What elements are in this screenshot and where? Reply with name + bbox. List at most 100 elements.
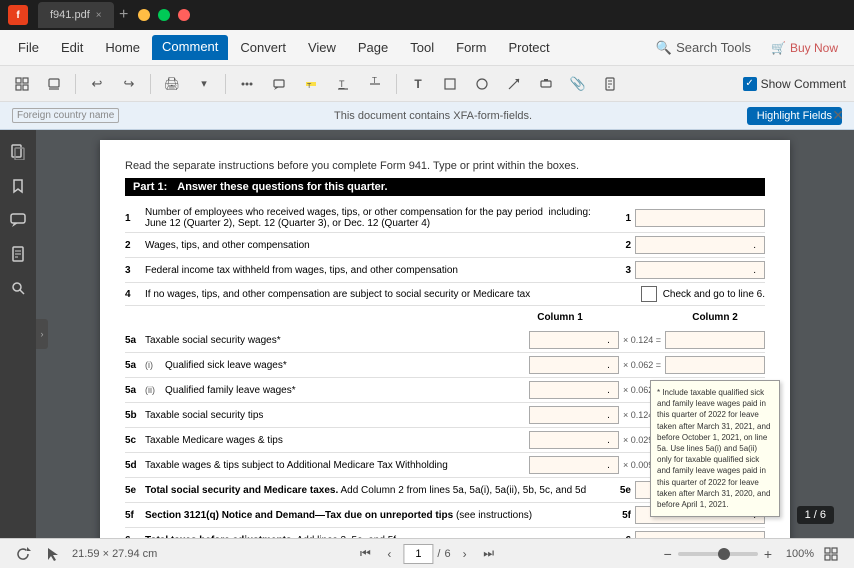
new-tab-button[interactable]: + — [114, 5, 134, 25]
row-6-input[interactable]: . — [635, 531, 765, 538]
search-tools-button[interactable]: 🔍 Search Tools — [646, 36, 761, 60]
arrow-tool[interactable] — [500, 70, 528, 98]
zoom-thumb[interactable] — [718, 548, 730, 560]
menu-tool[interactable]: Tool — [400, 36, 444, 59]
tooltip-panel: * Include taxable qualified sick and fam… — [650, 380, 780, 517]
row-5e-num-right: 5e — [615, 485, 635, 496]
menu-view[interactable]: View — [298, 36, 346, 59]
attach-tool[interactable]: 📎 — [564, 70, 592, 98]
menu-convert[interactable]: Convert — [230, 36, 296, 59]
sidebar-search-icon[interactable] — [4, 274, 32, 302]
show-comment-checkbox[interactable]: ✓ — [743, 77, 757, 91]
row-5a-col2-input[interactable] — [665, 331, 765, 349]
menu-bar: File Edit Home Comment Convert View Page… — [0, 30, 854, 66]
highlight-fields-button[interactable]: Highlight Fields — [747, 107, 842, 125]
markup-tool[interactable] — [596, 70, 624, 98]
toolbar-icon-2[interactable] — [40, 70, 68, 98]
sidebar-comments-icon[interactable] — [4, 206, 32, 234]
toolbar: ↩ ↪ 🖨 ▾ T T T T 📎 ✓ Show Comment — [0, 66, 854, 102]
form-row-5a: 5a Taxable social security wages* . × 0.… — [125, 328, 765, 353]
svg-text:T: T — [372, 77, 377, 85]
page-number-input[interactable] — [403, 544, 433, 564]
row-5ai-col2-input[interactable] — [665, 356, 765, 374]
minimize-button[interactable] — [138, 9, 150, 21]
row-4-check-label: Check and go to line 6. — [663, 289, 765, 300]
status-right: − + 100% — [664, 543, 842, 565]
toolbar-icon-3[interactable]: ▾ — [190, 70, 218, 98]
row-5ai-multiplier: × 0.062 = — [619, 360, 665, 370]
row-5ai-col1-input[interactable]: . — [529, 356, 619, 374]
menu-comment[interactable]: Comment — [152, 35, 228, 60]
row-5aii-col1-input[interactable]: . — [529, 381, 619, 399]
part-label: Part 1: — [133, 181, 167, 193]
comment-tool-2[interactable] — [265, 70, 293, 98]
notification-bar: Foreign country name This document conta… — [0, 102, 854, 130]
row-3-num-right: 3 — [615, 265, 635, 276]
row-3-input[interactable]: . — [635, 261, 765, 279]
row-5d-col1-input[interactable]: . — [529, 456, 619, 474]
tab-close-icon[interactable]: × — [96, 10, 102, 21]
row-4-label: If no wages, tips, and other compensatio… — [145, 289, 641, 300]
part-title: Answer these questions for this quarter. — [177, 181, 387, 193]
row-4-checkbox[interactable] — [641, 286, 657, 302]
stamp-tool[interactable] — [532, 70, 560, 98]
menu-file[interactable]: File — [8, 36, 49, 59]
cursor-tool-icon[interactable] — [42, 543, 64, 565]
zoom-out-button[interactable]: − — [664, 546, 672, 562]
sidebar-pages-icon[interactable] — [4, 138, 32, 166]
text-tool[interactable]: T — [404, 70, 432, 98]
page-dimensions: 21.59 × 27.94 cm — [72, 548, 157, 560]
menu-form[interactable]: Form — [446, 36, 496, 59]
menu-edit[interactable]: Edit — [51, 36, 93, 59]
xfa-notice-text: This document contains XFA-form-fields. — [127, 110, 739, 122]
toolbar-icon-1[interactable] — [8, 70, 36, 98]
row-5d-label: Taxable wages & tips subject to Addition… — [145, 460, 529, 471]
row-5ai-num: 5a — [125, 360, 145, 371]
page-separator: / — [437, 548, 440, 560]
row-5d-num: 5d — [125, 460, 145, 471]
zoom-level: 100% — [778, 548, 814, 560]
row-5b-label: Taxable social security tips — [145, 410, 529, 421]
pdf-viewer[interactable]: Read the separate instructions before yo… — [36, 130, 854, 538]
fit-page-button[interactable] — [820, 543, 842, 565]
notification-close-icon[interactable]: ✕ — [832, 107, 844, 124]
sidebar-attachments-icon[interactable] — [4, 240, 32, 268]
first-page-button[interactable]: ⏮ — [355, 544, 375, 564]
menu-home[interactable]: Home — [95, 36, 150, 59]
highlight-tool[interactable]: T — [297, 70, 325, 98]
last-page-button[interactable]: ⏭ — [479, 544, 499, 564]
redo-button[interactable]: ↪ — [115, 70, 143, 98]
pdf-tab[interactable]: f941.pdf × — [38, 2, 114, 28]
sidebar-collapse-button[interactable]: › — [36, 319, 48, 349]
zoom-slider[interactable] — [678, 552, 758, 556]
underline-tool[interactable]: T — [329, 70, 357, 98]
zoom-in-button[interactable]: + — [764, 546, 772, 562]
row-1-num: 1 — [125, 213, 145, 224]
shape-tool-1[interactable] — [468, 70, 496, 98]
row-5e-label: Total social security and Medicare taxes… — [145, 485, 615, 496]
row-2-input[interactable]: . — [635, 236, 765, 254]
rotate-tool-icon[interactable] — [12, 543, 34, 565]
next-page-button[interactable]: › — [455, 544, 475, 564]
row-6-label: Total taxes before adjustments. Add line… — [145, 535, 615, 539]
undo-button[interactable]: ↩ — [83, 70, 111, 98]
main-area: › Read the separate instructions before … — [0, 130, 854, 538]
title-bar-right — [138, 9, 190, 21]
comment-tool-1[interactable] — [233, 70, 261, 98]
menu-protect[interactable]: Protect — [498, 36, 559, 59]
row-5ai-sub: (i) — [145, 360, 165, 370]
row-5b-col1-input[interactable]: . — [529, 406, 619, 424]
sidebar-bookmarks-icon[interactable] — [4, 172, 32, 200]
close-button[interactable] — [178, 9, 190, 21]
print-button[interactable]: 🖨 — [158, 70, 186, 98]
draw-tool[interactable] — [436, 70, 464, 98]
menu-page[interactable]: Page — [348, 36, 398, 59]
row-5e-num: 5e — [125, 485, 145, 496]
prev-page-button[interactable]: ‹ — [379, 544, 399, 564]
row-5a-col1-input[interactable]: . — [529, 331, 619, 349]
maximize-button[interactable] — [158, 9, 170, 21]
row-1-input[interactable] — [635, 209, 765, 227]
row-5c-col1-input[interactable]: . — [529, 431, 619, 449]
row-5aii-label: Qualified family leave wages* — [165, 385, 529, 396]
strikethrough-tool[interactable]: T — [361, 70, 389, 98]
